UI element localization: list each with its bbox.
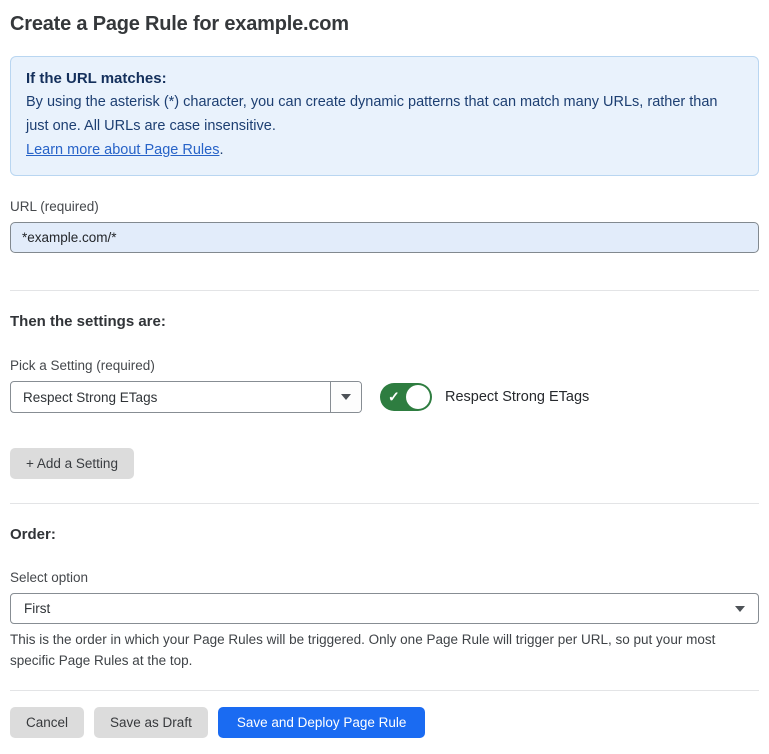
page-rule-form: Create a Page Rule for example.com If th… xyxy=(0,0,769,754)
url-field-label: URL (required) xyxy=(10,199,759,214)
save-and-deploy-button[interactable]: Save and Deploy Page Rule xyxy=(218,707,426,738)
order-select-label: Select option xyxy=(10,570,759,585)
info-box-body: By using the asterisk (*) character, you… xyxy=(26,90,743,138)
setting-row: Respect Strong ETags ✓ Respect Strong ET… xyxy=(10,381,759,413)
order-section-heading: Order: xyxy=(10,526,759,544)
info-box-heading: If the URL matches: xyxy=(26,68,743,90)
settings-section-heading: Then the settings are: xyxy=(10,313,759,331)
toggle-label: Respect Strong ETags xyxy=(445,389,589,405)
chevron-down-icon xyxy=(735,606,745,612)
setting-select-value: Respect Strong ETags xyxy=(11,382,330,412)
url-match-info-box: If the URL matches: By using the asteris… xyxy=(10,56,759,176)
save-as-draft-button[interactable]: Save as Draft xyxy=(94,707,208,738)
pick-setting-label: Pick a Setting (required) xyxy=(10,358,759,373)
order-select[interactable]: First xyxy=(10,593,759,624)
form-footer: Cancel Save as Draft Save and Deploy Pag… xyxy=(10,690,759,738)
setting-select[interactable]: Respect Strong ETags xyxy=(10,381,362,413)
chevron-down-icon xyxy=(341,394,351,400)
order-select-value: First xyxy=(24,601,735,616)
toggle-knob xyxy=(406,385,430,409)
page-title: Create a Page Rule for example.com xyxy=(10,13,759,36)
add-setting-button[interactable]: + Add a Setting xyxy=(10,448,134,479)
cancel-button[interactable]: Cancel xyxy=(10,707,84,738)
check-icon: ✓ xyxy=(388,390,400,404)
learn-more-link[interactable]: Learn more about Page Rules xyxy=(26,142,219,158)
link-suffix: . xyxy=(219,142,223,158)
order-help-text: This is the order in which your Page Rul… xyxy=(10,629,759,671)
setting-select-arrow-button[interactable] xyxy=(330,382,361,412)
info-box-link-line: Learn more about Page Rules. xyxy=(26,138,743,162)
divider xyxy=(10,290,759,291)
url-input[interactable] xyxy=(10,222,759,253)
divider xyxy=(10,503,759,504)
respect-strong-etags-toggle[interactable]: ✓ xyxy=(380,383,432,411)
